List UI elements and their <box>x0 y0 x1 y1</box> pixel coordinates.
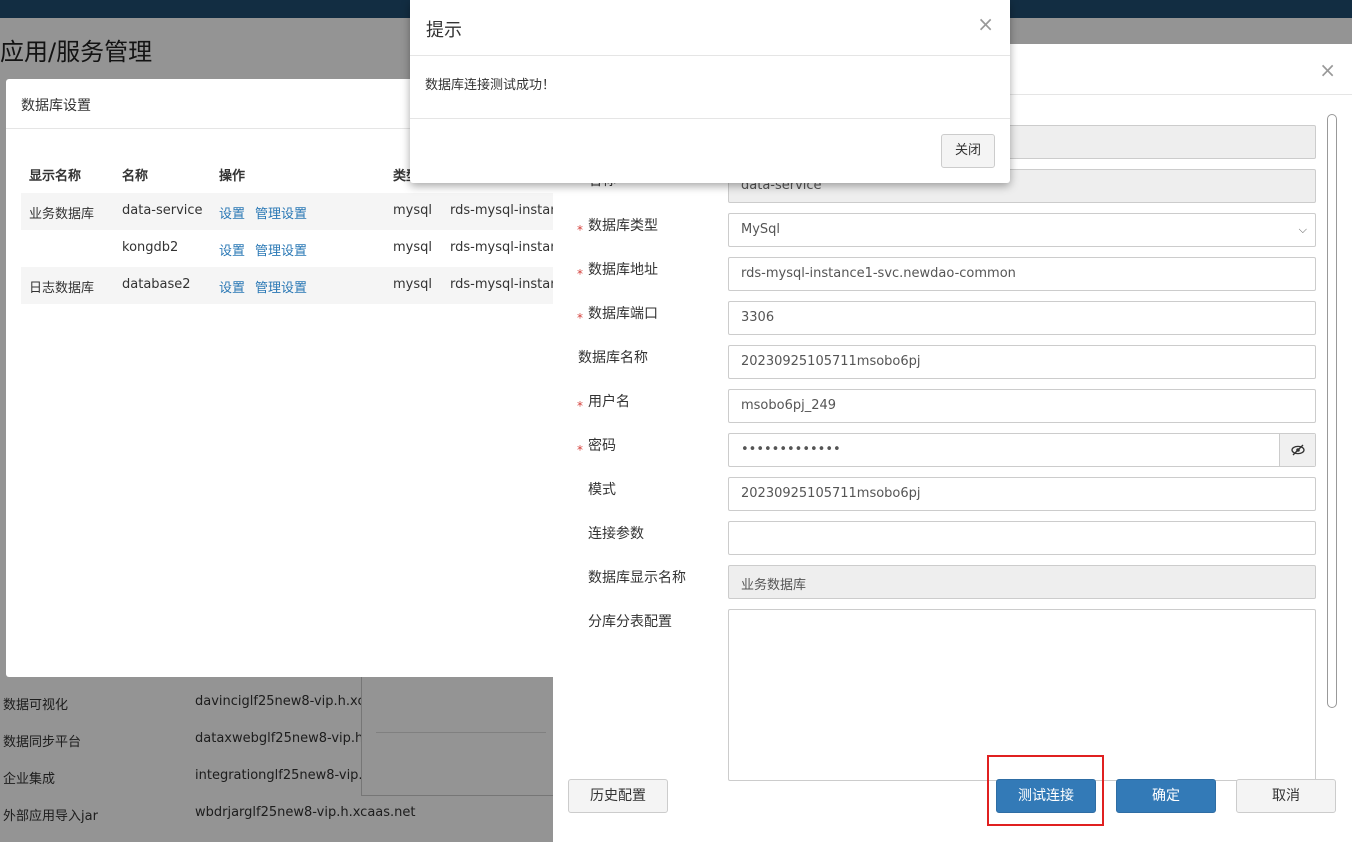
db-port-input[interactable]: 3306 <box>728 301 1316 335</box>
alert-message: 数据库连接测试成功！ <box>425 78 556 93</box>
schema-label: 模式 <box>588 482 616 498</box>
sharding-label: 分库分表配置 <box>588 614 672 630</box>
scrollbar[interactable] <box>1327 114 1337 708</box>
db-type-select[interactable]: MySql ⌵ <box>728 213 1316 247</box>
column-header: 显示名称 <box>29 169 82 184</box>
username-input[interactable]: msobo6pj_249 <box>728 389 1316 423</box>
manage-settings-link[interactable]: 管理设置 <box>255 203 307 222</box>
schema-input[interactable]: 20230925105711msobo6pj <box>728 477 1316 511</box>
confirm-button[interactable]: 确定 <box>1116 779 1216 813</box>
manage-settings-link[interactable]: 管理设置 <box>255 277 307 296</box>
table-row: kongdb2 设置 管理设置 mysql rds-mysql-instan <box>122 240 559 259</box>
manage-settings-link[interactable]: 管理设置 <box>255 240 307 259</box>
table-row: 业务数据库 data-service 设置 管理设置 mysql rds-mys… <box>21 193 566 230</box>
required-mark: * <box>577 311 583 325</box>
db-name-label: 数据库名称 <box>578 350 648 366</box>
username-label: 用户名 <box>588 394 630 410</box>
close-button[interactable]: 关闭 <box>941 134 995 168</box>
required-mark: * <box>577 443 583 457</box>
alert-dialog: 提示 × 数据库连接测试成功！ 关闭 <box>410 0 1010 183</box>
close-icon[interactable]: × <box>977 12 994 36</box>
required-mark: * <box>577 399 583 413</box>
column-header: 名称 <box>122 169 149 184</box>
display-name-field[interactable]: 业务数据库 <box>728 565 1316 599</box>
db-name-input[interactable]: 20230925105711msobo6pj <box>728 345 1316 379</box>
table-row: 日志数据库 database2 设置 管理设置 mysql rds-mysql-… <box>21 267 566 304</box>
required-mark: * <box>577 223 583 237</box>
conn-params-label: 连接参数 <box>588 526 644 542</box>
highlight-box <box>987 755 1104 826</box>
display-name-label: 数据库显示名称 <box>588 570 686 586</box>
password-label: 密码 <box>588 438 616 454</box>
history-config-button[interactable]: 历史配置 <box>568 779 668 813</box>
conn-params-input[interactable] <box>728 521 1316 555</box>
column-header: 操作 <box>219 169 246 184</box>
eye-slash-icon[interactable] <box>1279 434 1315 466</box>
settings-link[interactable]: 设置 <box>219 277 245 296</box>
settings-link[interactable]: 设置 <box>219 203 245 222</box>
close-icon[interactable]: × <box>1319 58 1336 82</box>
chevron-down-icon: ⌵ <box>1298 223 1307 236</box>
settings-link[interactable]: 设置 <box>219 240 245 259</box>
db-host-input[interactable]: rds-mysql-instance1-svc.newdao-common <box>728 257 1316 291</box>
alert-title: 提示 <box>426 20 462 41</box>
password-input[interactable]: ••••••••••••• <box>728 433 1316 467</box>
required-mark: * <box>577 267 583 281</box>
cancel-button[interactable]: 取消 <box>1236 779 1336 813</box>
db-host-label: 数据库地址 <box>588 262 658 278</box>
db-port-label: 数据库端口 <box>588 306 658 322</box>
db-type-label: 数据库类型 <box>588 218 658 234</box>
